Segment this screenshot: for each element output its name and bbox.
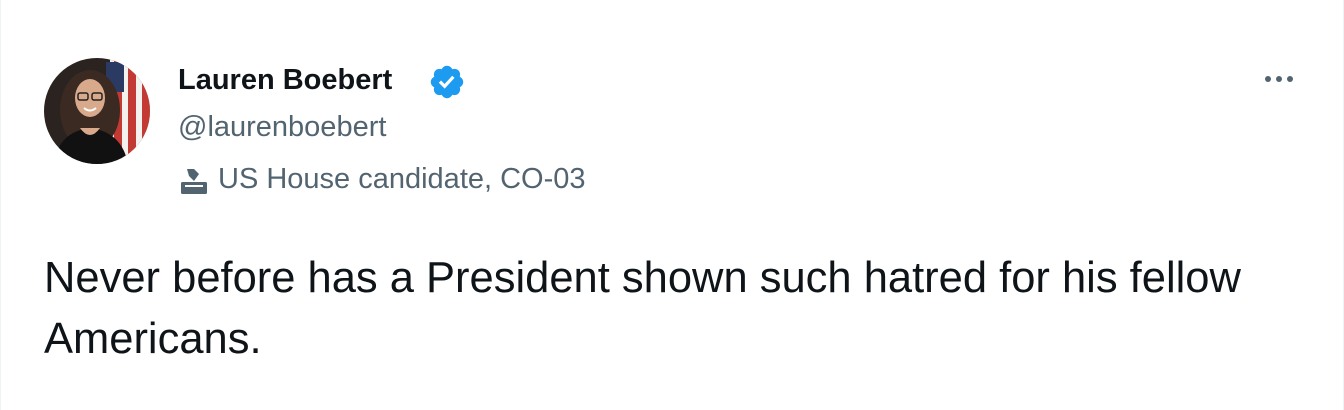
display-name[interactable]: Lauren Boebert [178, 64, 392, 97]
affiliation-label: US House candidate, CO-03 [218, 163, 586, 195]
verified-badge-icon [430, 65, 464, 99]
ballot-box-icon [181, 169, 207, 194]
more-options-icon[interactable] [1257, 62, 1301, 96]
user-handle[interactable]: @laurenboebert [178, 111, 386, 144]
tweet-card[interactable]: Lauren Boebert @laurenboebert US House c… [0, 0, 1344, 410]
avatar[interactable] [44, 58, 150, 164]
tweet-text: Never before has a President shown such … [44, 254, 1251, 363]
profile-photo-icon [44, 58, 150, 164]
